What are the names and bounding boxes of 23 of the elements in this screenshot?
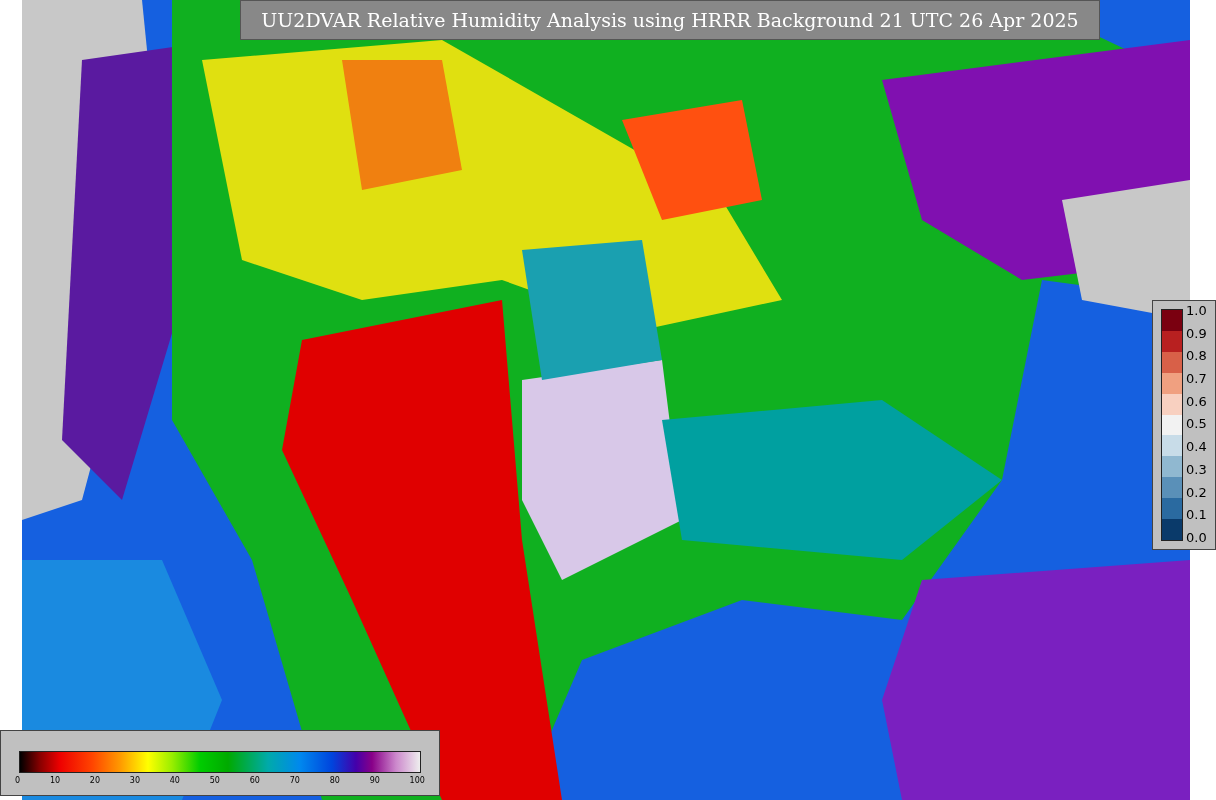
scale-tick-label: 50 (209, 776, 220, 785)
scale-tick-label: 0.8 (1186, 349, 1207, 363)
map-title: UU2DVAR Relative Humidity Analysis using HRRR Background 21 UTC 26 Apr 2025 (240, 0, 1100, 40)
scale-tick-label: 0.5 (1186, 417, 1207, 431)
scale-tick-label: 40 (169, 776, 180, 785)
scale-tick-label: 20 (89, 776, 101, 785)
scale-tick-label: 30 (129, 776, 140, 785)
scale-tick-label: 0.2 (1186, 485, 1207, 499)
scale-tick-label: 0.7 (1186, 372, 1207, 386)
scale-tick-label: 0.3 (1186, 462, 1207, 476)
scale-tick-label: 70 (289, 776, 300, 785)
scale-tick-label: 0.6 (1186, 394, 1207, 408)
scale-tick-label: 0.0 (1186, 530, 1207, 544)
scale-tick-label: 10 (49, 776, 61, 785)
scale-tick-label: 80 (329, 776, 340, 785)
scale-tick-label: 0 (15, 776, 21, 785)
scale-tick-label: 1.0 (1186, 304, 1207, 317)
scale-tick-label: 90 (369, 776, 380, 785)
scale-tick-label: 0.4 (1186, 440, 1207, 454)
scale-tick-label: 100 (409, 776, 425, 785)
scale-tick-label: 0.1 (1186, 508, 1207, 522)
scale-tick-label: 0.9 (1186, 326, 1207, 340)
scale-tick-label: 60 (249, 776, 260, 785)
